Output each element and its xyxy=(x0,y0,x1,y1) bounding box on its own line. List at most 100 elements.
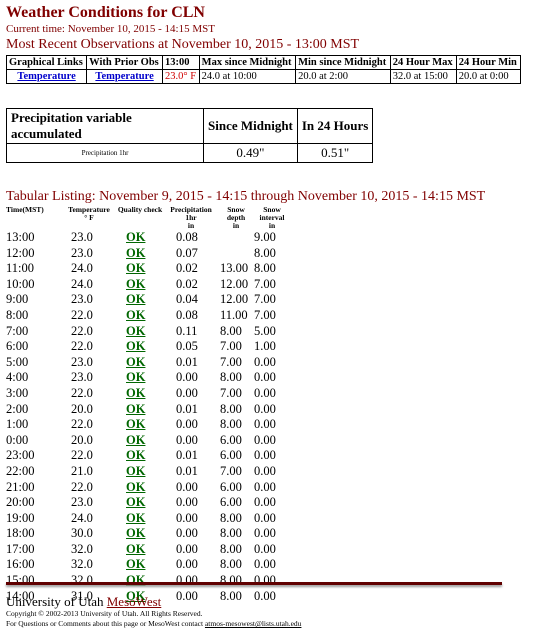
temperature-cell: 21.0 xyxy=(71,463,93,478)
listing-row: 20:00 23.0 OK 0.00 6.00 0.00 xyxy=(6,495,290,511)
precipitation-cell: 0.02 xyxy=(176,276,198,291)
contact-email-link[interactable]: atmos-mesowest@lists.utah.edu xyxy=(205,619,301,628)
precipitation-cell: 0.08 xyxy=(176,230,198,244)
precipitation-cell: 0.04 xyxy=(176,292,198,307)
temperature-cell: 32.0 xyxy=(71,557,93,572)
quality-check-link[interactable]: OK xyxy=(126,355,145,369)
listing-row: 1:00 22.0 OK 0.00 8.00 0.00 xyxy=(6,417,290,433)
snow-interval-cell: 5.00 xyxy=(254,323,276,338)
observations-data-row: Temperature Temperature 23.0° F 24.0 at … xyxy=(5,69,522,84)
quality-cell: OK xyxy=(116,526,164,542)
precipitation-cell: 0.00 xyxy=(176,510,198,525)
time-cell: 4:00 xyxy=(6,370,29,385)
quality-check-link[interactable]: OK xyxy=(126,261,145,275)
quality-check-link[interactable]: OK xyxy=(126,526,145,540)
time-cell: 11:00 xyxy=(6,261,35,276)
footer-title: University of Utah MesoWest xyxy=(6,594,301,609)
time-cell: 10:00 xyxy=(6,276,35,291)
quality-cell: OK xyxy=(116,339,164,355)
snow-depth-cell: 8.00 xyxy=(220,323,242,338)
precipitation-cell: 0.00 xyxy=(176,541,198,556)
footer-contact-text: For Questions or Comments about this pag… xyxy=(6,619,204,628)
time-cell: 21:00 xyxy=(6,479,35,494)
cell-prior-obs-link: Temperature xyxy=(86,69,164,84)
time-cell: 6:00 xyxy=(6,339,29,354)
quality-check-link[interactable]: OK xyxy=(126,542,145,556)
quality-check-link[interactable]: OK xyxy=(126,511,145,525)
quality-check-link[interactable]: OK xyxy=(126,417,145,431)
time-cell: 18:00 xyxy=(6,526,35,541)
quality-check-link[interactable]: OK xyxy=(126,448,145,462)
col-snow-interval-unit: in xyxy=(268,221,276,230)
quality-check-link[interactable]: OK xyxy=(126,433,145,447)
temperature-cell: 32.0 xyxy=(71,541,93,556)
precipitation-cell: 0.00 xyxy=(176,573,198,588)
quality-check-link[interactable]: OK xyxy=(126,324,145,338)
time-cell: 5:00 xyxy=(6,354,29,369)
snow-interval-cell: 0.00 xyxy=(254,401,276,416)
precipitation-cell: 0.00 xyxy=(176,479,198,494)
col-graphical-links: Graphical Links xyxy=(5,55,88,70)
time-cell: 16:00 xyxy=(6,557,35,572)
listing-body: 13:00 23.0 OK 0.08 9.00 12:00 23.0 OK 0.07 8.00 11… xyxy=(6,230,290,604)
precipitation-cell: 0.11 xyxy=(176,323,198,338)
listing-row: 18:00 30.0 OK 0.00 8.00 0.00 xyxy=(6,526,290,542)
current-temperature: 23.0° F xyxy=(162,69,200,84)
precip-variable-label: Precipitation 1hr xyxy=(6,143,204,163)
quality-cell: OK xyxy=(116,464,164,480)
col-snow-depth: Snow depth in xyxy=(218,206,254,230)
quality-check-link[interactable]: OK xyxy=(126,464,145,478)
precipitation-cell: 0.08 xyxy=(176,307,198,322)
quality-check-link[interactable]: OK xyxy=(126,339,145,353)
snow-depth-cell: 6.00 xyxy=(220,495,242,510)
listing-row: 7:00 22.0 OK 0.11 8.00 5.00 xyxy=(6,324,290,340)
tabular-listing-heading: Tabular Listing: November 9, 2015 - 14:1… xyxy=(6,189,486,204)
snow-interval-cell: 0.00 xyxy=(254,573,276,588)
precip-since-midnight: 0.49" xyxy=(203,143,298,163)
col-with-prior-obs: With Prior Obs xyxy=(86,55,164,70)
quality-cell: OK xyxy=(116,417,164,433)
precip-in-24-hours: 0.51" xyxy=(296,143,374,163)
recent-observations-heading: Most Recent Observations at November 10,… xyxy=(6,37,360,52)
quality-check-link[interactable]: OK xyxy=(126,557,145,571)
col-precipitation: Precipitation 1hr in xyxy=(164,206,218,230)
quality-check-link[interactable]: OK xyxy=(126,370,145,384)
quality-check-link[interactable]: OK xyxy=(126,292,145,306)
quality-check-link[interactable]: OK xyxy=(126,386,145,400)
snow-depth-cell: 12.00 xyxy=(220,292,249,307)
quality-check-link[interactable]: OK xyxy=(126,230,145,244)
quality-check-link[interactable]: OK xyxy=(126,495,145,509)
quality-check-link[interactable]: OK xyxy=(126,246,145,260)
quality-cell: OK xyxy=(116,495,164,511)
temperature-graph-link[interactable]: Temperature xyxy=(17,71,75,82)
temperature-cell: 24.0 xyxy=(71,276,93,291)
quality-cell: OK xyxy=(116,573,164,589)
temperature-cell: 22.0 xyxy=(71,385,93,400)
snow-interval-cell: 0.00 xyxy=(254,432,276,447)
snow-interval-cell: 0.00 xyxy=(254,479,276,494)
temperature-cell: 32.0 xyxy=(71,573,93,588)
quality-check-link[interactable]: OK xyxy=(126,402,145,416)
mesowest-link[interactable]: MesoWest xyxy=(107,594,162,609)
time-cell: 2:00 xyxy=(6,401,29,416)
quality-cell: OK xyxy=(116,480,164,496)
quality-check-link[interactable]: OK xyxy=(126,277,145,291)
listing-row: 12:00 23.0 OK 0.07 8.00 xyxy=(6,246,290,262)
snow-interval-cell: 9.00 xyxy=(254,230,276,244)
listing-header-row: Time(MST) Temperature ° F Quality check P… xyxy=(6,206,290,230)
temperature-cell: 23.0 xyxy=(71,370,93,385)
quality-cell: OK xyxy=(116,511,164,527)
quality-check-link[interactable]: OK xyxy=(126,308,145,322)
col-quality-check-label: Quality check xyxy=(117,205,163,214)
max-since-midnight: 24.0 at 10:00 xyxy=(198,69,297,84)
precipitation-cell: 0.01 xyxy=(176,401,198,416)
temperature-cell: 22.0 xyxy=(71,479,93,494)
temperature-prior-obs-link[interactable]: Temperature xyxy=(95,71,153,82)
listing-row: 3:00 22.0 OK 0.00 7.00 0.00 xyxy=(6,386,290,402)
quality-cell: OK xyxy=(116,433,164,449)
snow-depth-cell xyxy=(218,246,254,262)
temperature-cell: 22.0 xyxy=(71,323,93,338)
quality-check-link[interactable]: OK xyxy=(126,480,145,494)
temperature-cell: 23.0 xyxy=(71,354,93,369)
snow-interval-cell: 0.00 xyxy=(254,417,276,432)
